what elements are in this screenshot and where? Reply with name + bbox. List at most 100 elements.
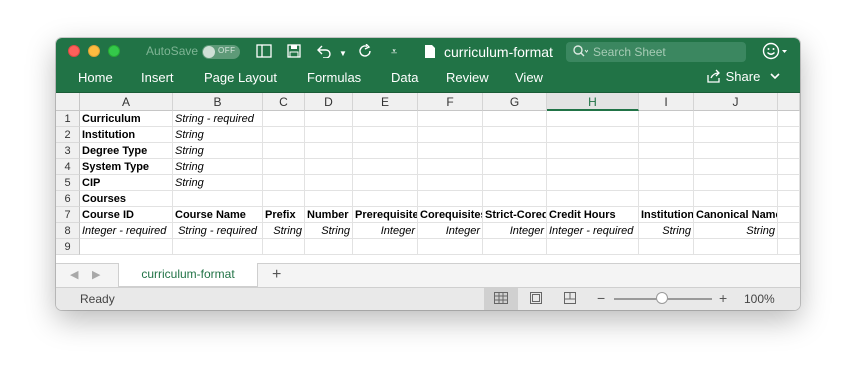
- normal-view-icon[interactable]: [484, 288, 518, 310]
- cell-e5[interactable]: [353, 175, 418, 191]
- cell-i5[interactable]: [639, 175, 694, 191]
- cell-c4[interactable]: [263, 159, 305, 175]
- cell-g1[interactable]: [483, 111, 547, 127]
- cell-j9[interactable]: [694, 239, 778, 255]
- row-header-2[interactable]: 2: [56, 127, 80, 143]
- sheet-tab-curriculum-format[interactable]: curriculum-format: [118, 263, 258, 287]
- cell-d3[interactable]: [305, 143, 353, 159]
- cell-filler[interactable]: [778, 175, 800, 191]
- minimize-window-button[interactable]: [88, 45, 100, 57]
- column-header-d[interactable]: D: [305, 93, 353, 111]
- cell-h5[interactable]: [547, 175, 639, 191]
- cell-f1[interactable]: [418, 111, 483, 127]
- cell-a9[interactable]: [80, 239, 173, 255]
- add-sheet-icon[interactable]: +: [272, 266, 281, 284]
- column-header-g[interactable]: G: [483, 93, 547, 111]
- cell-c6[interactable]: [263, 191, 305, 207]
- cell-c9[interactable]: [263, 239, 305, 255]
- cell-h7[interactable]: Credit Hours: [547, 207, 639, 223]
- cell-c7[interactable]: Prefix: [263, 207, 305, 223]
- cell-g7[interactable]: Strict-Corequisites: [483, 207, 547, 223]
- zoom-in-icon[interactable]: +: [719, 290, 727, 306]
- cell-filler[interactable]: [778, 127, 800, 143]
- save-icon[interactable]: [287, 44, 301, 61]
- row-header-4[interactable]: 4: [56, 159, 80, 175]
- cell-b3[interactable]: String: [173, 143, 263, 159]
- cell-g9[interactable]: [483, 239, 547, 255]
- tab-view[interactable]: View: [515, 70, 543, 85]
- cell-i9[interactable]: [639, 239, 694, 255]
- cell-a5[interactable]: CIP: [80, 175, 173, 191]
- customize-toolbar-icon[interactable]: ⩡: [391, 44, 397, 60]
- column-header-c[interactable]: C: [263, 93, 305, 111]
- cell-j4[interactable]: [694, 159, 778, 175]
- cell-filler[interactable]: [778, 143, 800, 159]
- cell-i8[interactable]: String: [639, 223, 694, 239]
- close-window-button[interactable]: [68, 45, 80, 57]
- cell-g3[interactable]: [483, 143, 547, 159]
- tab-home[interactable]: Home: [78, 70, 113, 85]
- cell-j3[interactable]: [694, 143, 778, 159]
- zoom-slider-knob[interactable]: [656, 292, 668, 304]
- cell-c5[interactable]: [263, 175, 305, 191]
- cell-h6[interactable]: [547, 191, 639, 207]
- page-break-preview-icon[interactable]: [553, 288, 587, 310]
- column-header-f[interactable]: F: [418, 93, 483, 111]
- tab-formulas[interactable]: Formulas: [307, 70, 361, 85]
- cell-b6[interactable]: [173, 191, 263, 207]
- cell-e2[interactable]: [353, 127, 418, 143]
- cell-b9[interactable]: [173, 239, 263, 255]
- cell-h2[interactable]: [547, 127, 639, 143]
- cell-e7[interactable]: Prerequisites: [353, 207, 418, 223]
- cell-filler[interactable]: [778, 239, 800, 255]
- cell-b4[interactable]: String: [173, 159, 263, 175]
- cell-g2[interactable]: [483, 127, 547, 143]
- tab-page-layout[interactable]: Page Layout: [204, 70, 277, 85]
- cell-d8[interactable]: String: [305, 223, 353, 239]
- column-header-b[interactable]: B: [173, 93, 263, 111]
- cell-a3[interactable]: Degree Type: [80, 143, 173, 159]
- cell-filler[interactable]: [778, 111, 800, 127]
- cell-i1[interactable]: [639, 111, 694, 127]
- cell-f2[interactable]: [418, 127, 483, 143]
- cell-f3[interactable]: [418, 143, 483, 159]
- undo-dropdown-icon[interactable]: ▼: [339, 46, 347, 62]
- row-header-3[interactable]: 3: [56, 143, 80, 159]
- cell-h4[interactable]: [547, 159, 639, 175]
- row-header-6[interactable]: 6: [56, 191, 80, 207]
- cell-d5[interactable]: [305, 175, 353, 191]
- column-header-e[interactable]: E: [353, 93, 418, 111]
- cell-c2[interactable]: [263, 127, 305, 143]
- column-header-h[interactable]: H: [547, 93, 639, 111]
- cell-g8[interactable]: Integer: [483, 223, 547, 239]
- cell-f9[interactable]: [418, 239, 483, 255]
- cell-d9[interactable]: [305, 239, 353, 255]
- tab-data[interactable]: Data: [391, 70, 418, 85]
- cell-g4[interactable]: [483, 159, 547, 175]
- page-layout-view-icon[interactable]: [519, 288, 553, 310]
- cell-h1[interactable]: [547, 111, 639, 127]
- cell-e1[interactable]: [353, 111, 418, 127]
- cell-e4[interactable]: [353, 159, 418, 175]
- cell-h3[interactable]: [547, 143, 639, 159]
- cell-f5[interactable]: [418, 175, 483, 191]
- cell-d7[interactable]: Number: [305, 207, 353, 223]
- column-header-j[interactable]: J: [694, 93, 778, 111]
- next-sheet-icon[interactable]: ▶: [92, 268, 100, 281]
- cell-j5[interactable]: [694, 175, 778, 191]
- cell-i6[interactable]: [639, 191, 694, 207]
- cell-b7[interactable]: Course Name: [173, 207, 263, 223]
- undo-icon[interactable]: [316, 44, 332, 61]
- cell-a6[interactable]: Courses: [80, 191, 173, 207]
- cell-h8[interactable]: Integer - required: [547, 223, 639, 239]
- cell-g6[interactable]: [483, 191, 547, 207]
- share-button[interactable]: Share: [706, 69, 780, 84]
- cell-a8[interactable]: Integer - required: [80, 223, 173, 239]
- cell-e3[interactable]: [353, 143, 418, 159]
- cell-filler[interactable]: [778, 223, 800, 239]
- select-all-corner[interactable]: [56, 93, 80, 111]
- cell-b5[interactable]: String: [173, 175, 263, 191]
- redo-icon[interactable]: [359, 43, 373, 61]
- cell-a4[interactable]: System Type: [80, 159, 173, 175]
- cell-e9[interactable]: [353, 239, 418, 255]
